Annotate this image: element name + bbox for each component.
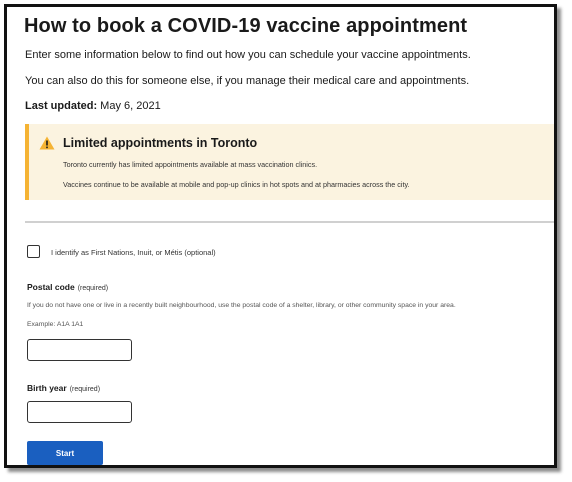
postal-required-text: (required) — [77, 285, 109, 292]
intro-text: Enter some information below to find out… — [25, 49, 471, 61]
birth-required-text: (required) — [69, 386, 101, 393]
postal-code-label-text: Postal code — [27, 282, 75, 292]
birth-year-input[interactable] — [27, 401, 132, 423]
indigenous-checkbox[interactable] — [27, 245, 40, 258]
postal-code-hint: If you do not have one or live in a rece… — [27, 302, 456, 309]
postal-code-label: Postal code (required) — [27, 282, 108, 292]
divider — [25, 221, 554, 223]
last-updated-date: May 6, 2021 — [97, 100, 161, 112]
limited-appointments-alert: Limited appointments in Toronto Toronto … — [25, 124, 554, 200]
last-updated: Last updated: May 6, 2021 — [25, 100, 161, 112]
postal-code-input[interactable] — [27, 339, 132, 361]
postal-code-example: Example: A1A 1A1 — [27, 321, 84, 328]
indigenous-checkbox-label[interactable]: I identify as First Nations, Inuit, or M… — [51, 248, 216, 257]
warning-triangle-icon — [39, 136, 55, 150]
start-button[interactable]: Start — [27, 441, 103, 465]
alert-text: Toronto currently has limited appointmen… — [63, 160, 318, 169]
screenshot-frame: How to book a COVID-19 vaccine appointme… — [4, 4, 557, 468]
page-title: How to book a COVID-19 vaccine appointme… — [24, 15, 468, 37]
intro-text-proxy: You can also do this for someone else, i… — [25, 75, 470, 87]
birth-year-label-text: Birth year — [27, 383, 67, 393]
last-updated-label: Last updated: — [25, 100, 98, 112]
birth-year-label: Birth year (required) — [27, 383, 100, 393]
alert-title: Limited appointments in Toronto — [63, 136, 258, 150]
alert-text-secondary: Vaccines continue to be available at mob… — [63, 180, 410, 189]
